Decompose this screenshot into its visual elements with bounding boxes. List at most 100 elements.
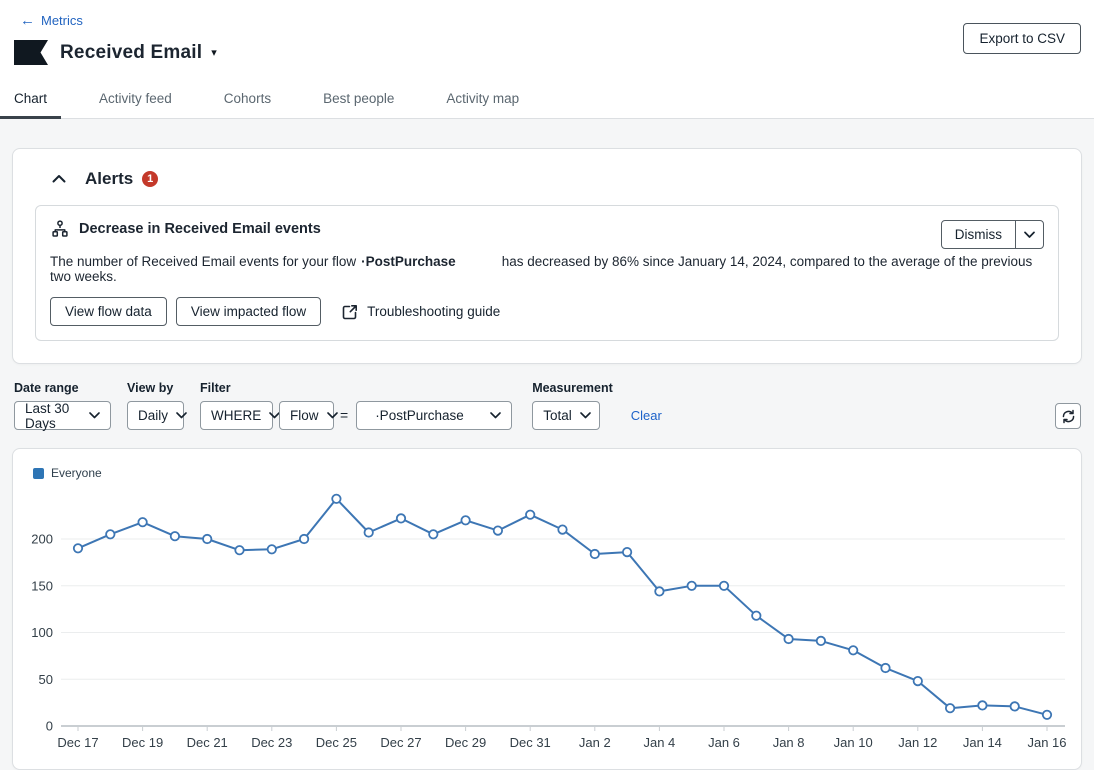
view-impacted-flow-button[interactable]: View impacted flow xyxy=(176,297,321,326)
x-axis-tick-label: Jan 2 xyxy=(579,735,611,750)
filter-flow-value-select[interactable]: ·PostPurchase xyxy=(356,401,512,430)
clear-filters-link[interactable]: Clear xyxy=(631,408,662,423)
data-point[interactable] xyxy=(268,545,276,553)
tab-bar: Chart Activity feed Cohorts Best people Acti… xyxy=(0,81,1094,119)
title-dropdown-caret-icon[interactable]: ▾ xyxy=(211,46,217,59)
refresh-button[interactable] xyxy=(1055,403,1081,429)
dismiss-options-button[interactable] xyxy=(1015,221,1043,248)
troubleshooting-guide-link[interactable]: Troubleshooting guide xyxy=(342,304,500,320)
x-axis-tick-label: Dec 31 xyxy=(510,735,551,750)
data-point[interactable] xyxy=(171,532,179,540)
data-point[interactable] xyxy=(946,704,954,712)
x-axis-tick-label: Jan 12 xyxy=(898,735,937,750)
alert-flow-name: ·PostPurchase xyxy=(361,254,456,269)
data-point[interactable] xyxy=(720,582,728,590)
data-point[interactable] xyxy=(74,544,82,552)
external-link-icon xyxy=(342,304,358,320)
data-point[interactable] xyxy=(138,518,146,526)
data-point[interactable] xyxy=(235,546,243,554)
filter-flow-value: ·PostPurchase xyxy=(375,408,464,423)
line-chart: 050100150200Dec 17Dec 19Dec 21Dec 23Dec … xyxy=(13,483,1083,763)
x-axis-tick-label: Dec 19 xyxy=(122,735,163,750)
tab-best-people[interactable]: Best people xyxy=(309,81,408,118)
measurement-select[interactable]: Total xyxy=(532,401,600,430)
data-point[interactable] xyxy=(429,530,437,538)
chevron-down-icon xyxy=(176,412,187,419)
alert-description: The number of Received Email events for … xyxy=(50,254,1044,284)
alerts-collapse-button[interactable] xyxy=(49,169,69,189)
data-point[interactable] xyxy=(300,535,308,543)
data-point[interactable] xyxy=(1043,711,1051,719)
filter-field-select[interactable]: Flow xyxy=(279,401,334,430)
x-axis-tick-label: Jan 14 xyxy=(963,735,1002,750)
view-by-label: View by xyxy=(127,381,184,395)
chevron-down-icon xyxy=(490,412,501,419)
filter-label: Filter xyxy=(200,381,334,395)
tab-activity-feed[interactable]: Activity feed xyxy=(85,81,186,118)
y-axis-tick-label: 100 xyxy=(31,625,53,640)
data-point[interactable] xyxy=(332,495,340,503)
brand-flag-logo xyxy=(14,40,48,65)
filter-toolbar: Date range Last 30 Days View by Daily Fi… xyxy=(14,381,1081,430)
chart-legend[interactable]: Everyone xyxy=(13,463,1081,483)
export-to-csv-button[interactable]: Export to CSV xyxy=(963,23,1081,54)
refresh-icon xyxy=(1061,409,1076,424)
data-point[interactable] xyxy=(526,511,534,519)
alert-item: Decrease in Received Email events Dismis… xyxy=(35,205,1059,341)
alert-description-prefix: The number of Received Email events for … xyxy=(50,254,356,269)
back-to-metrics-link[interactable]: ← Metrics xyxy=(20,13,83,28)
data-point[interactable] xyxy=(1011,702,1019,710)
data-point[interactable] xyxy=(784,635,792,643)
dismiss-button[interactable]: Dismiss xyxy=(942,221,1015,248)
data-point[interactable] xyxy=(849,646,857,654)
data-point[interactable] xyxy=(106,530,114,538)
x-axis-tick-label: Jan 4 xyxy=(643,735,675,750)
x-axis-tick-label: Dec 21 xyxy=(187,735,228,750)
y-axis-tick-label: 0 xyxy=(46,719,53,734)
data-point[interactable] xyxy=(558,525,566,533)
view-flow-data-button[interactable]: View flow data xyxy=(50,297,167,326)
data-point[interactable] xyxy=(461,516,469,524)
flow-icon xyxy=(50,219,70,239)
data-point[interactable] xyxy=(978,701,986,709)
x-axis-tick-label: Dec 17 xyxy=(57,735,98,750)
filter-where-select[interactable]: WHERE xyxy=(200,401,273,430)
data-point[interactable] xyxy=(203,535,211,543)
data-point[interactable] xyxy=(817,637,825,645)
alerts-card: Alerts 1 Decrease in Received Email even… xyxy=(12,148,1082,364)
filter-where-value: WHERE xyxy=(211,408,261,423)
y-axis-tick-label: 50 xyxy=(39,672,53,687)
view-by-select[interactable]: Daily xyxy=(127,401,184,430)
measurement-label: Measurement xyxy=(532,381,613,395)
tab-chart[interactable]: Chart xyxy=(0,81,61,118)
data-point[interactable] xyxy=(752,612,760,620)
legend-swatch-everyone xyxy=(33,468,44,479)
data-point[interactable] xyxy=(397,514,405,522)
filter-field-value: Flow xyxy=(290,408,319,423)
x-axis-tick-label: Jan 10 xyxy=(834,735,873,750)
tab-cohorts[interactable]: Cohorts xyxy=(210,81,285,118)
chevron-down-icon xyxy=(89,412,100,419)
data-point[interactable] xyxy=(591,550,599,558)
back-link-label: Metrics xyxy=(41,13,83,28)
dismiss-split-button: Dismiss xyxy=(941,220,1044,249)
date-range-select[interactable]: Last 30 Days xyxy=(14,401,111,430)
page-title: Received Email xyxy=(60,42,202,64)
tab-activity-map[interactable]: Activity map xyxy=(432,81,533,118)
chevron-down-icon xyxy=(580,412,591,419)
data-point[interactable] xyxy=(623,548,631,556)
data-point[interactable] xyxy=(365,528,373,536)
data-point[interactable] xyxy=(494,526,502,534)
data-point[interactable] xyxy=(881,664,889,672)
y-axis-tick-label: 200 xyxy=(31,532,53,547)
date-range-label: Date range xyxy=(14,381,111,395)
x-axis-tick-label: Jan 16 xyxy=(1027,735,1066,750)
alerts-count-badge: 1 xyxy=(142,171,158,187)
data-point[interactable] xyxy=(688,582,696,590)
data-point[interactable] xyxy=(914,677,922,685)
x-axis-tick-label: Dec 25 xyxy=(316,735,357,750)
data-point[interactable] xyxy=(655,587,663,595)
x-axis-tick-label: Jan 8 xyxy=(773,735,805,750)
y-axis-tick-label: 150 xyxy=(31,578,53,593)
measurement-value: Total xyxy=(543,408,572,423)
